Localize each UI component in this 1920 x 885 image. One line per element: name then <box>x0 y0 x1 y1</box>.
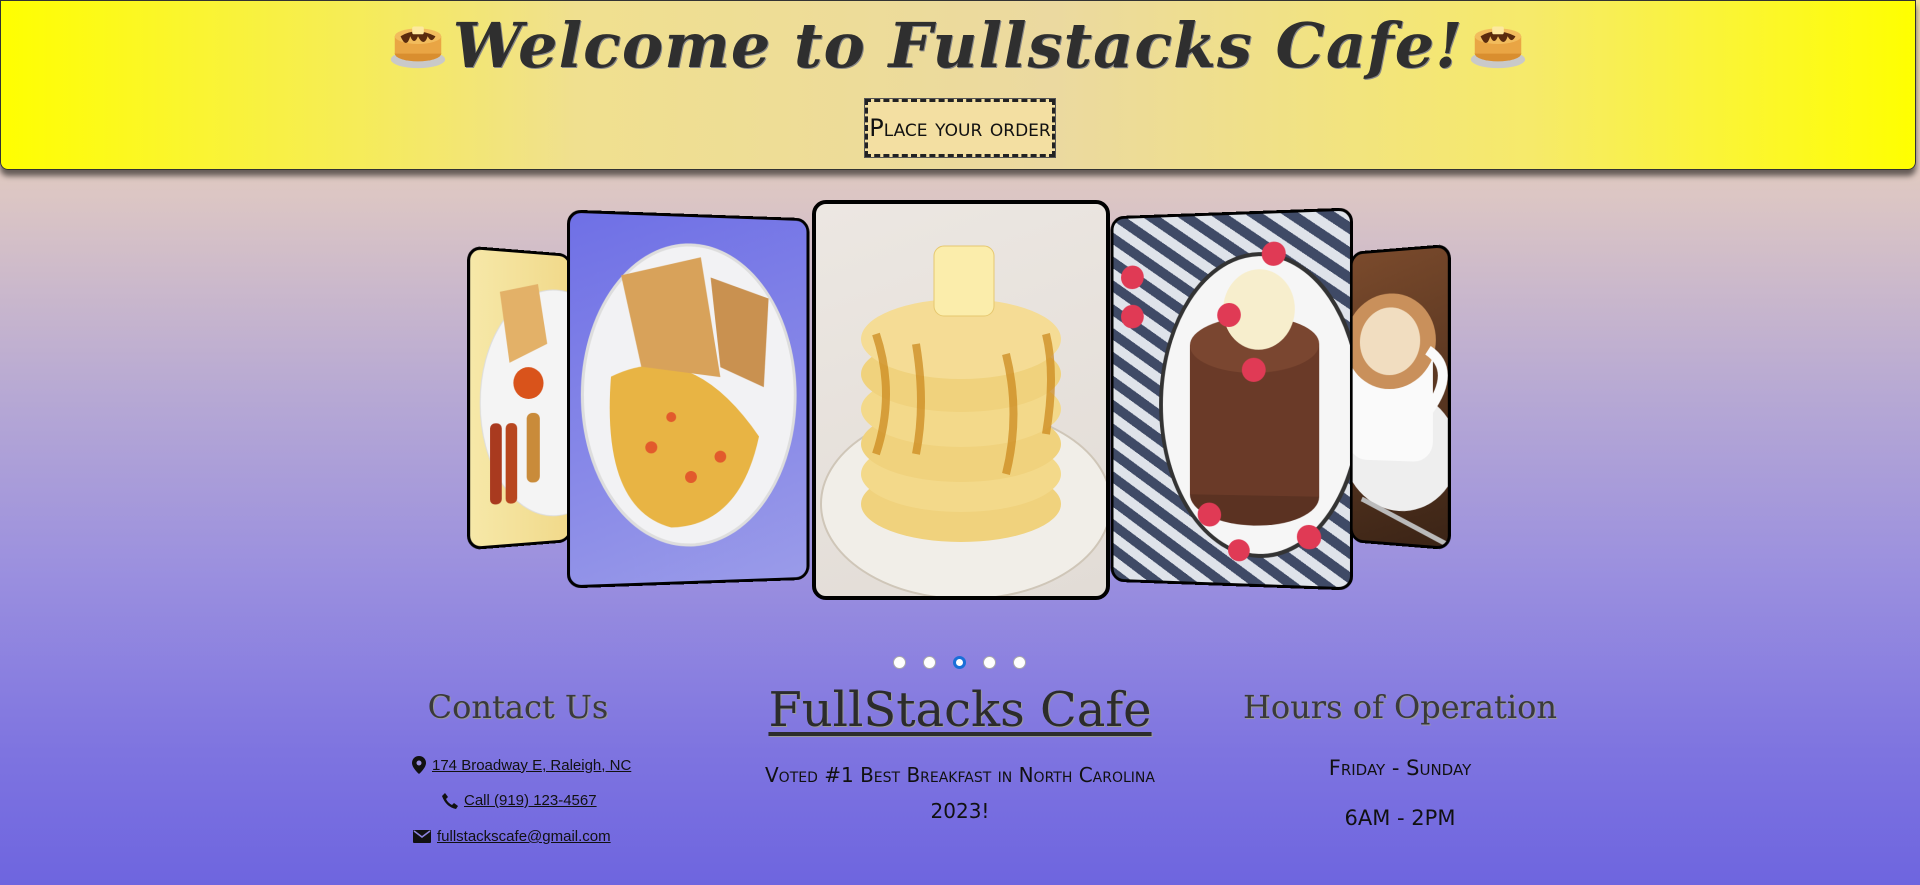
header-banner: Welcome to Fullstacks Cafe! Place your o… <box>0 0 1916 170</box>
title-text: Welcome to Fullstacks Cafe! <box>453 9 1464 82</box>
place-order-button[interactable]: Place your order <box>865 99 1055 157</box>
carousel-dot-1[interactable] <box>893 656 906 669</box>
carousel-dot-4[interactable] <box>983 656 996 669</box>
tagline-line1: Voted #1 Best Breakfast in North Carolin… <box>740 763 1180 787</box>
envelope-icon <box>413 830 431 843</box>
phone-text: Call (919) 123-4567 <box>464 792 597 809</box>
email-link[interactable]: fullstackscafe@gmail.com <box>413 828 611 845</box>
page-title: Welcome to Fullstacks Cafe! <box>1 9 1915 82</box>
email-text: fullstackscafe@gmail.com <box>437 828 611 845</box>
pancake-emoji-icon <box>387 11 449 73</box>
slide-omelette[interactable] <box>567 210 809 589</box>
latte-image <box>1353 247 1451 551</box>
tagline-line2: 2023! <box>740 799 1180 823</box>
pancakes-image <box>816 204 1110 600</box>
pancake-emoji-icon <box>1467 11 1529 73</box>
address-link[interactable]: 174 Broadway E, Raleigh, NC <box>412 756 631 774</box>
carousel-dot-5[interactable] <box>1013 656 1026 669</box>
contact-title: Contact Us <box>398 688 638 726</box>
phone-link[interactable]: Call (919) 123-4567 <box>442 792 597 809</box>
chocolate-pancakes-image <box>1113 210 1353 590</box>
carousel-dot-2[interactable] <box>923 656 936 669</box>
breakfast-plate-image <box>470 249 572 550</box>
phone-icon <box>442 793 458 809</box>
food-carousel <box>460 198 1460 603</box>
carousel-dot-3[interactable] <box>953 656 966 669</box>
carousel-dots <box>893 656 1026 669</box>
map-pin-icon <box>412 756 426 774</box>
address-text: 174 Broadway E, Raleigh, NC <box>432 757 631 774</box>
hours-title: Hours of Operation <box>1220 688 1580 726</box>
brand-name: FullStacks Cafe <box>760 682 1160 738</box>
slide-latte[interactable] <box>1350 244 1451 550</box>
hours-days: Friday - Sunday <box>1250 756 1550 780</box>
slide-breakfast-plate[interactable] <box>467 246 572 551</box>
hours-time: 6AM - 2PM <box>1250 806 1550 830</box>
slide-pancakes[interactable] <box>812 200 1110 600</box>
omelette-image <box>570 213 809 589</box>
slide-chocolate-pancakes[interactable] <box>1111 207 1353 590</box>
